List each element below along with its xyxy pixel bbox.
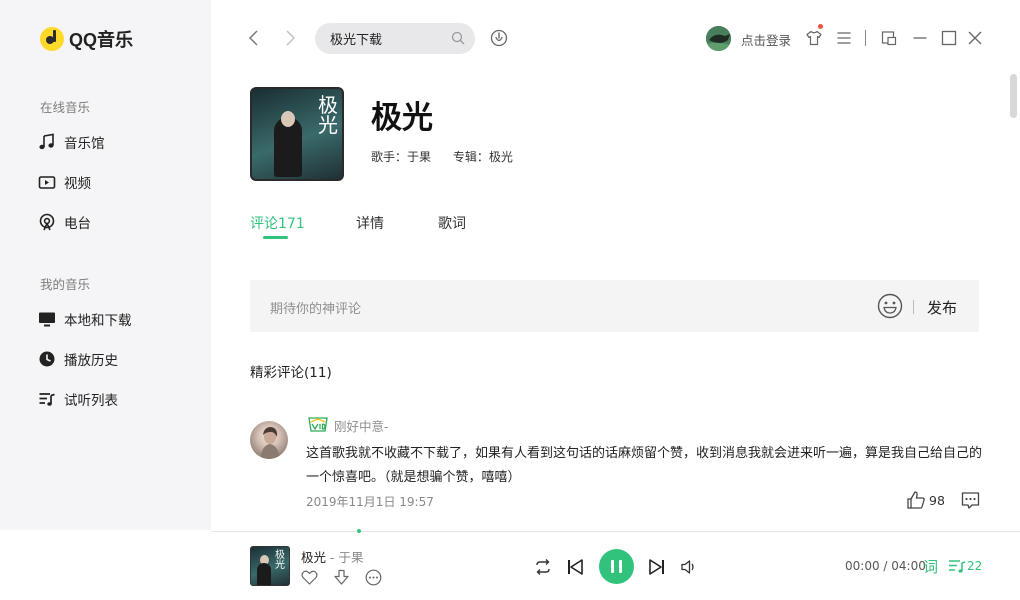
mini-mode-icon[interactable] [881, 30, 897, 46]
vip-badge-icon [308, 417, 328, 432]
search-box[interactable] [315, 23, 475, 54]
tab-comments[interactable]: 评论171 [250, 213, 305, 233]
playlist-icon [39, 393, 55, 406]
search-input[interactable] [330, 31, 440, 46]
section-title-online: 在线音乐 [40, 100, 91, 115]
comment-placeholder: 期待你的神评论 [270, 302, 362, 317]
emoji-icon[interactable] [877, 293, 903, 319]
download-icon[interactable] [333, 569, 350, 586]
player-album-cover[interactable]: 极光 [250, 546, 290, 586]
playlist-count: 22 [967, 559, 983, 573]
cover-face [281, 111, 295, 127]
app-name: QQ音乐 [69, 30, 134, 50]
monitor-icon [39, 312, 55, 327]
clock-icon [39, 351, 55, 367]
singer-link[interactable]: 歌手：于果 [371, 150, 431, 164]
video-icon [38, 176, 56, 189]
qq-music-logo-icon [40, 27, 64, 51]
playback-time: 00:00 / 04:00 [845, 559, 926, 573]
sidebar-item-play-history[interactable]: 播放历史 [38, 349, 118, 369]
playlist-queue-icon[interactable] [948, 558, 966, 574]
pause-icon [611, 560, 614, 573]
avatar-image [706, 26, 731, 51]
user-avatar[interactable] [706, 26, 731, 51]
sidebar-item-label: 音乐馆 [64, 136, 105, 152]
commenter-avatar[interactable] [250, 421, 288, 459]
skin-shirt-icon[interactable] [806, 30, 822, 46]
sidebar: QQ音乐 在线音乐 音乐馆 视频 电台 我的音乐 本地和下载 播放历史 试听列表 [0, 0, 211, 530]
close-icon[interactable] [967, 30, 983, 46]
hot-comments-title: 精彩评论(11) [250, 365, 332, 381]
lyrics-button[interactable]: 词 [923, 556, 938, 577]
tab-lyrics[interactable]: 歌词 [438, 213, 466, 233]
album-cover: 极光 [250, 87, 344, 181]
favorite-heart-icon[interactable] [301, 569, 318, 586]
sidebar-item-radio[interactable]: 电台 [38, 212, 91, 232]
repeat-mode-icon[interactable] [534, 558, 552, 576]
comment-text: 这首歌我就不收藏不下载了，如果有人看到这句话的话麻烦留个赞，收到消息我就会进来听… [306, 446, 983, 485]
sidebar-item-label: 视频 [64, 176, 91, 192]
volume-icon[interactable] [680, 558, 698, 576]
sidebar-item-trial-list[interactable]: 试听列表 [38, 389, 118, 409]
sidebar-item-video[interactable]: 视频 [38, 172, 91, 192]
sidebar-item-label: 电台 [64, 216, 91, 232]
song-meta: 歌手：于果 专辑：极光 [371, 148, 531, 165]
next-track-icon[interactable] [648, 558, 666, 576]
player-song-title[interactable]: 极光 [301, 550, 326, 565]
listen-recognize-icon[interactable] [490, 29, 508, 47]
app-window: QQ音乐 在线音乐 音乐馆 视频 电台 我的音乐 本地和下载 播放历史 试听列表 [0, 0, 1020, 600]
cover-figure [257, 563, 271, 585]
player-song-info: 极光 - 于果 [301, 547, 364, 566]
progress-handle[interactable] [357, 529, 361, 533]
comment-username[interactable]: 刚好中意- [334, 416, 389, 435]
more-options-icon[interactable] [365, 569, 382, 586]
avatar-image [260, 427, 280, 459]
section-title-my-music: 我的音乐 [40, 277, 91, 292]
sidebar-item-label: 播放历史 [64, 353, 118, 369]
maximize-icon[interactable] [941, 30, 957, 46]
forward-arrow-icon[interactable] [282, 29, 298, 47]
reply-comment-icon[interactable] [961, 491, 980, 510]
scrollbar-thumb[interactable] [1010, 74, 1017, 118]
like-count: 98 [929, 493, 945, 508]
sidebar-item-local-downloads[interactable]: 本地和下载 [38, 309, 132, 329]
menu-icon[interactable] [836, 30, 852, 46]
album-link[interactable]: 专辑：极光 [453, 150, 513, 164]
pause-icon [619, 560, 622, 573]
login-link[interactable]: 点击登录 [741, 30, 791, 49]
active-tab-indicator [263, 236, 288, 239]
pause-button[interactable] [599, 549, 634, 584]
divider [913, 300, 914, 314]
back-arrow-icon[interactable] [246, 29, 262, 47]
radio-icon [39, 213, 55, 231]
tab-details[interactable]: 详情 [356, 213, 384, 233]
logo[interactable]: QQ音乐 [40, 26, 133, 52]
sidebar-item-label: 本地和下载 [64, 313, 132, 329]
music-note-icon [39, 133, 54, 150]
like-icon[interactable] [906, 490, 926, 510]
player-artist[interactable]: 于果 [338, 550, 363, 565]
comment-input-box[interactable]: 期待你的神评论 发布 [250, 280, 979, 332]
player-separator: - [326, 550, 339, 565]
minimize-icon[interactable] [912, 30, 928, 46]
notification-dot [818, 24, 823, 29]
publish-button[interactable]: 发布 [927, 297, 957, 318]
previous-track-icon[interactable] [566, 558, 584, 576]
sidebar-item-music-hall[interactable]: 音乐馆 [38, 132, 105, 152]
cover-text: 极光 [275, 550, 285, 571]
sidebar-item-label: 试听列表 [64, 393, 118, 409]
search-icon[interactable] [451, 31, 465, 45]
cover-text: 极光 [318, 93, 338, 137]
toolbar-divider [865, 30, 866, 46]
song-title: 极光 [371, 100, 433, 136]
comment-date: 2019年11月1日 19:57 [306, 495, 434, 509]
